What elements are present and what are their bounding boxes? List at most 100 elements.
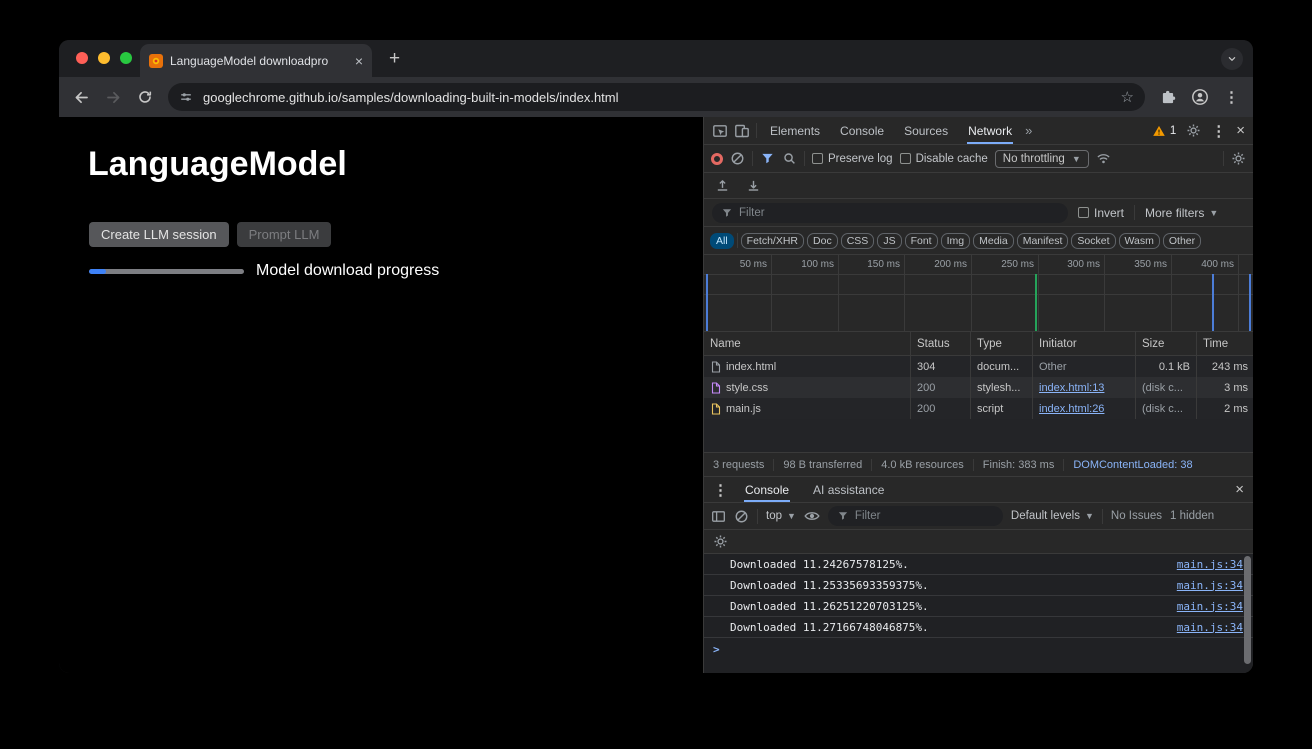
console-settings-icon[interactable] (713, 534, 728, 549)
console-prompt[interactable]: > (704, 638, 1253, 660)
disable-cache-checkbox[interactable]: Disable cache (900, 153, 988, 165)
filter-chip-fetch-xhr[interactable]: Fetch/XHR (741, 233, 804, 249)
devtools-tab-network[interactable]: Network (961, 117, 1019, 144)
more-tabs-icon[interactable]: » (1025, 123, 1032, 138)
console-sidebar-icon[interactable] (711, 509, 726, 524)
address-bar[interactable]: googlechrome.github.io/samples/downloadi… (168, 83, 1145, 111)
filter-chip-wasm[interactable]: Wasm (1119, 233, 1160, 249)
timeline-tick-label: 100 ms (774, 259, 834, 270)
extensions-icon[interactable] (1160, 89, 1176, 105)
network-request-row[interactable]: main.js 200 script index.html:26 (disk c… (704, 398, 1253, 419)
eye-icon[interactable] (804, 508, 820, 524)
network-table-header: Name Status Type Initiator Size Time (704, 332, 1253, 356)
console-filter-field[interactable] (828, 506, 1003, 526)
network-overview-timeline[interactable]: 50 ms 100 ms 150 ms 200 ms 250 ms 300 ms… (704, 255, 1253, 332)
column-status[interactable]: Status (911, 332, 971, 356)
devtools-tab-console[interactable]: Console (833, 117, 891, 144)
invert-checkbox-box[interactable] (1078, 207, 1089, 218)
filter-chip-socket[interactable]: Socket (1071, 233, 1115, 249)
tab-close-icon[interactable]: × (355, 54, 363, 68)
filter-chip-css[interactable]: CSS (841, 233, 875, 249)
clear-console-icon[interactable] (734, 509, 749, 524)
network-request-row[interactable]: style.css 200 stylesh... index.html:13 (… (704, 377, 1253, 398)
prompt-llm-button[interactable]: Prompt LLM (237, 222, 332, 247)
network-filter-field[interactable] (712, 203, 1068, 223)
invert-checkbox[interactable]: Invert (1078, 206, 1124, 220)
devtools-settings-icon[interactable] (1186, 123, 1201, 138)
column-type[interactable]: Type (971, 332, 1033, 356)
filter-chip-js[interactable]: JS (877, 233, 901, 249)
minimize-window-button[interactable] (98, 52, 110, 64)
column-initiator[interactable]: Initiator (1033, 332, 1136, 356)
javascript-context-select[interactable]: top ▼ (766, 510, 796, 522)
console-scrollbar[interactable] (1244, 556, 1251, 664)
filter-chip-font[interactable]: Font (905, 233, 938, 249)
warnings-indicator[interactable]: 1 (1152, 124, 1176, 138)
source-link[interactable]: main.js:34 (1177, 558, 1243, 571)
source-link[interactable]: main.js:34 (1177, 579, 1243, 592)
drawer-tab-ai-assistance[interactable]: AI assistance (806, 477, 891, 502)
drawer-menu-icon[interactable]: ⋮ (713, 481, 728, 499)
back-button[interactable] (73, 89, 90, 106)
bookmark-star-icon[interactable]: ☆ (1121, 88, 1134, 106)
warning-count: 1 (1170, 125, 1176, 137)
source-link[interactable]: main.js:34 (1177, 621, 1243, 634)
filter-chip-img[interactable]: Img (941, 233, 971, 249)
network-conditions-icon[interactable] (1096, 151, 1111, 166)
devtools-close-icon[interactable]: × (1236, 122, 1245, 139)
preserve-log-checkbox[interactable]: Preserve log (812, 153, 893, 165)
forward-button[interactable] (105, 89, 122, 106)
column-size[interactable]: Size (1136, 332, 1197, 356)
clear-network-log-icon[interactable] (730, 151, 745, 166)
network-filter-input[interactable] (739, 207, 1059, 219)
console-filter-input[interactable] (855, 510, 994, 522)
devtools-tab-sources[interactable]: Sources (897, 117, 955, 144)
new-tab-button[interactable]: + (389, 49, 400, 68)
column-name[interactable]: Name (704, 332, 911, 356)
import-har-icon[interactable] (715, 178, 730, 193)
filter-chip-manifest[interactable]: Manifest (1017, 233, 1069, 249)
network-request-row[interactable]: index.html 304 docum... Other 0.1 kB 243… (704, 356, 1253, 377)
browser-toolbar: googlechrome.github.io/samples/downloadi… (59, 77, 1253, 117)
browser-tab[interactable]: LanguageModel downloadpro × (140, 44, 372, 77)
filter-chip-other[interactable]: Other (1163, 233, 1201, 249)
reload-button[interactable] (137, 89, 153, 105)
progress-label: Model download progress (256, 262, 439, 280)
filter-chip-all[interactable]: All (710, 233, 734, 249)
filter-chip-doc[interactable]: Doc (807, 233, 838, 249)
disable-cache-checkbox-box[interactable] (900, 153, 911, 164)
more-filters-dropdown[interactable]: More filters ▼ (1145, 206, 1218, 220)
site-info-icon[interactable] (179, 90, 193, 104)
devtools-menu-icon[interactable]: ⋮ (1211, 122, 1226, 140)
issues-status[interactable]: No Issues (1111, 510, 1162, 522)
chevron-down-icon: ▼ (1085, 511, 1094, 521)
filter-toggle-icon[interactable] (760, 151, 775, 166)
preserve-log-checkbox-box[interactable] (812, 153, 823, 164)
hidden-messages-count[interactable]: 1 hidden (1170, 510, 1214, 522)
export-har-icon[interactable] (746, 178, 761, 193)
close-window-button[interactable] (76, 52, 88, 64)
log-levels-dropdown[interactable]: Default levels ▼ (1011, 510, 1094, 522)
search-icon[interactable] (782, 151, 797, 166)
create-llm-session-button[interactable]: Create LLM session (89, 222, 229, 247)
column-time[interactable]: Time (1197, 332, 1253, 356)
drawer-close-icon[interactable]: × (1235, 481, 1244, 498)
devtools-tab-elements[interactable]: Elements (763, 117, 827, 144)
initiator-link[interactable]: index.html:26 (1039, 403, 1104, 415)
har-row (704, 173, 1253, 199)
tab-search-button[interactable] (1221, 48, 1243, 70)
record-network-log-icon[interactable] (711, 153, 723, 165)
inspect-element-icon[interactable] (712, 123, 728, 139)
device-toolbar-icon[interactable] (734, 123, 750, 139)
initiator-link[interactable]: index.html:13 (1039, 382, 1104, 394)
source-link[interactable]: main.js:34 (1177, 600, 1243, 613)
zoom-window-button[interactable] (120, 52, 132, 64)
console-message: Downloaded 11.25335693359375%. main.js:3… (704, 575, 1253, 596)
drawer-tab-console[interactable]: Console (738, 477, 796, 502)
browser-menu-icon[interactable]: ⋮ (1224, 88, 1239, 106)
console-messages[interactable]: Downloaded 11.24267578125%. main.js:34 D… (704, 554, 1253, 673)
profile-avatar[interactable] (1191, 88, 1209, 106)
filter-chip-media[interactable]: Media (973, 233, 1014, 249)
network-settings-icon[interactable] (1231, 151, 1246, 166)
throttling-select[interactable]: No throttling ▼ (995, 150, 1089, 168)
